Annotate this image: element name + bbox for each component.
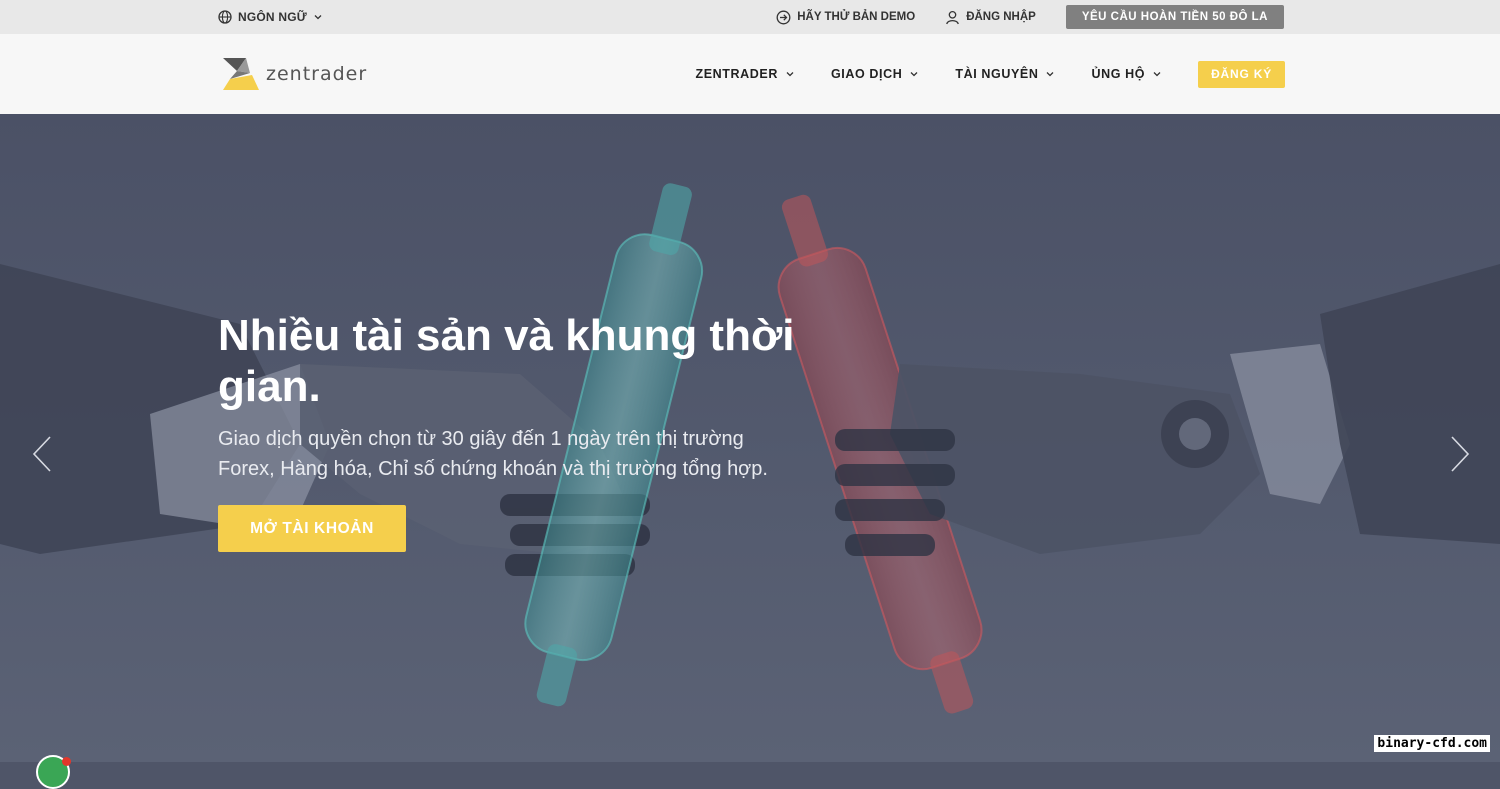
chevron-down-icon (1046, 72, 1054, 77)
hero-subtitle: Giao dịch quyền chọn từ 30 giây đến 1 ng… (218, 428, 768, 480)
menu-item-label: ZENTRADER (695, 67, 778, 81)
hero-title: Nhiều tài sản và khung thời gian. (218, 311, 795, 411)
globe-icon (218, 10, 232, 24)
try-demo-link[interactable]: HÃY THỬ BẢN DEMO (776, 10, 915, 25)
chevron-down-icon (1153, 72, 1161, 77)
chevron-left-icon[interactable] (30, 434, 54, 474)
main-menu: ZENTRADER GIAO DỊCH TÀI NGUYÊN ỦNG HỘ ĐĂ… (696, 34, 1285, 114)
open-account-button[interactable]: MỞ TÀI KHOẢN (218, 505, 406, 552)
hero-slider: Nhiều tài sản và khung thời gian. Giao d… (0, 114, 1500, 762)
watermark: binary-cfd.com (1374, 735, 1490, 752)
menu-item-zentrader[interactable]: ZENTRADER (696, 67, 795, 81)
chevron-down-icon (314, 15, 322, 20)
login-label: ĐĂNG NHẬP (966, 11, 1036, 23)
chevron-down-icon (786, 72, 794, 77)
login-link[interactable]: ĐĂNG NHẬP (945, 10, 1036, 25)
chevron-right-icon[interactable] (1448, 434, 1472, 474)
menu-item-label: TÀI NGUYÊN (955, 67, 1039, 81)
menu-item-label: GIAO DỊCH (830, 67, 903, 81)
try-demo-label: HÃY THỬ BẢN DEMO (797, 11, 916, 23)
signup-button[interactable]: ĐĂNG KÝ (1198, 60, 1285, 88)
logo-text: zentrader (266, 63, 368, 85)
arrow-circle-icon (776, 10, 791, 24)
zentrader-logo-mark (223, 58, 259, 90)
zentrader-logo[interactable]: zentrader (222, 57, 367, 91)
menu-item-trading[interactable]: GIAO DỊCH (831, 67, 919, 81)
top-right-links: HÃY THỬ BẢN DEMO ĐĂNG NHẬP YÊU CẦU HOÀN … (776, 0, 1284, 34)
menu-item-label: ỦNG HỘ (1091, 67, 1146, 81)
top-utility-bar: NGÔN NGỮ HÃY THỬ BẢN DEMO ĐĂNG NHẬP YÊU … (0, 0, 1500, 34)
refund-request-button[interactable]: YÊU CẦU HOÀN TIỀN 50 ĐÔ LA (1065, 5, 1284, 29)
language-selector[interactable]: NGÔN NGỮ (218, 0, 323, 34)
menu-item-support[interactable]: ỦNG HỘ (1091, 67, 1162, 81)
main-navbar: zentrader ZENTRADER GIAO DỊCH TÀI NGUYÊN… (0, 34, 1500, 114)
menu-item-resources[interactable]: TÀI NGUYÊN (955, 67, 1055, 81)
chevron-down-icon (910, 72, 918, 77)
language-label: NGÔN NGỮ (238, 10, 307, 24)
user-icon (946, 10, 960, 24)
